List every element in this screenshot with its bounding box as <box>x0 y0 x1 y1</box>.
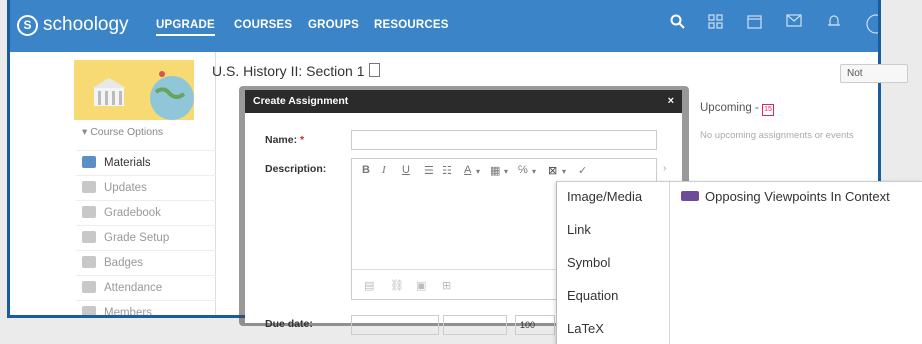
numbered-list-icon[interactable]: ☷ <box>442 164 452 177</box>
format-icon[interactable]: ℅ <box>518 164 528 176</box>
sidebar-item-attendance[interactable]: Attendance <box>76 275 216 300</box>
bullet-list-icon[interactable]: ☰ <box>424 164 434 177</box>
name-input[interactable] <box>351 130 657 150</box>
embed-icon[interactable]: ⊞ <box>442 279 451 292</box>
updates-icon <box>82 181 96 193</box>
sidebar-item-label: Grade Setup <box>104 232 170 244</box>
modal-header: Create Assignment × <box>245 90 682 113</box>
members-icon <box>82 306 96 315</box>
apps-grid-icon[interactable] <box>708 14 723 33</box>
points-input[interactable]: 100 <box>515 315 555 335</box>
logo-text: schoology <box>43 14 129 35</box>
highlight-icon[interactable]: ▦ <box>490 164 500 177</box>
grade-setup-icon <box>82 231 96 243</box>
calendar-icon[interactable] <box>747 14 762 33</box>
course-image <box>74 60 194 120</box>
sidebar-item-materials[interactable]: Materials <box>76 150 216 175</box>
submenu-item-label: Opposing Viewpoints In Context <box>705 189 890 204</box>
description-label: Description: <box>265 163 327 175</box>
spellcheck-icon[interactable]: ✓ <box>578 164 587 177</box>
nav-resources[interactable]: RESOURCES <box>374 19 449 31</box>
chevron-down-icon[interactable]: ▾ <box>532 167 536 176</box>
insert-content-menu: Image/Media Link Symbol Equation LaTeX O… <box>556 181 922 344</box>
chevron-down-icon[interactable]: ▾ <box>504 167 508 176</box>
submenu-item-opposing-viewpoints[interactable]: Opposing Viewpoints In Context <box>681 189 890 204</box>
sidebar-item-label: Gradebook <box>104 207 161 219</box>
chevron-down-icon[interactable]: ▾ <box>476 167 480 176</box>
resource-icon[interactable]: ▣ <box>416 279 426 292</box>
logo-mark: S <box>17 15 38 36</box>
menu-item-symbol[interactable]: Symbol <box>567 255 610 270</box>
close-icon[interactable]: × <box>668 90 674 113</box>
search-icon[interactable] <box>670 14 685 33</box>
calendar-icon[interactable]: 15 <box>762 104 775 116</box>
notifications-button-label: Not <box>847 68 863 79</box>
upcoming-heading: Upcoming - 15 <box>700 102 775 116</box>
upcoming-title: Upcoming - <box>700 102 759 114</box>
nav-upgrade[interactable]: UPGRADE <box>156 19 215 36</box>
required-mark: * <box>300 134 305 146</box>
resource-app-icon <box>681 191 699 201</box>
page-title-text: U.S. History II: Section 1 <box>212 63 365 79</box>
upcoming-empty-text: No upcoming assignments or events <box>700 130 854 141</box>
menu-item-link[interactable]: Link <box>567 222 591 237</box>
chevron-right-icon[interactable]: › <box>663 163 666 174</box>
profile-avatar[interactable] <box>866 14 878 38</box>
insert-menu-list: Image/Media Link Symbol Equation LaTeX <box>557 182 670 344</box>
sidebar-item-label: Members <box>104 307 152 318</box>
menu-item-image-media[interactable]: Image/Media <box>567 189 642 204</box>
sidebar-item-updates[interactable]: Updates <box>76 175 216 200</box>
materials-icon <box>82 156 96 168</box>
bold-icon[interactable]: B <box>362 164 370 176</box>
mail-icon[interactable] <box>786 14 802 31</box>
sidebar-item-gradebook[interactable]: Gradebook <box>76 200 216 225</box>
modal-title: Create Assignment <box>253 95 349 107</box>
name-label: Name: * <box>265 134 304 146</box>
due-date-input[interactable] <box>351 315 439 335</box>
due-time-input[interactable] <box>443 315 507 335</box>
course-sidebar: ▾ Course Options Materials Updates Grade… <box>10 52 216 318</box>
sidebar-item-label: Materials <box>104 157 151 169</box>
course-options-toggle[interactable]: ▾ Course Options <box>82 126 163 138</box>
attach-file-icon[interactable]: ▤ <box>364 279 374 292</box>
notifications-icon[interactable] <box>827 14 841 33</box>
sidebar-item-members[interactable]: Members <box>76 300 216 318</box>
menu-item-latex[interactable]: LaTeX <box>567 321 604 336</box>
sidebar-item-label: Badges <box>104 257 144 269</box>
badges-icon <box>82 256 96 268</box>
course-options-label: Course Options <box>90 126 164 138</box>
top-nav-bar: Sschoology UPGRADE COURSES GROUPS RESOUR… <box>10 0 878 52</box>
sidebar-item-label: Attendance <box>104 282 163 294</box>
text-color-icon[interactable]: A <box>464 164 471 176</box>
due-date-label: Due date: <box>265 318 313 330</box>
italic-icon[interactable]: I <box>382 164 386 176</box>
chevron-down-icon[interactable]: ▾ <box>562 167 566 176</box>
attendance-icon <box>82 281 96 293</box>
schoology-logo[interactable]: Sschoology <box>17 14 129 36</box>
name-label-text: Name: <box>265 134 298 146</box>
sidebar-item-badges[interactable]: Badges <box>76 250 216 275</box>
nav-groups[interactable]: GROUPS <box>308 19 359 31</box>
notifications-button[interactable]: Not <box>840 64 908 83</box>
sidebar-item-label: Updates <box>104 182 147 194</box>
link-icon[interactable]: ⛓ <box>390 279 404 292</box>
gradebook-icon <box>82 206 96 218</box>
page-title: U.S. History II: Section 1 <box>212 63 380 79</box>
menu-item-equation[interactable]: Equation <box>567 288 618 303</box>
nav-courses[interactable]: COURSES <box>234 19 292 31</box>
section-book-icon[interactable] <box>368 63 380 77</box>
insert-content-icon[interactable]: ⊠ <box>548 164 557 177</box>
underline-icon[interactable]: U <box>402 164 410 176</box>
sidebar-item-grade-setup[interactable]: Grade Setup <box>76 225 216 250</box>
